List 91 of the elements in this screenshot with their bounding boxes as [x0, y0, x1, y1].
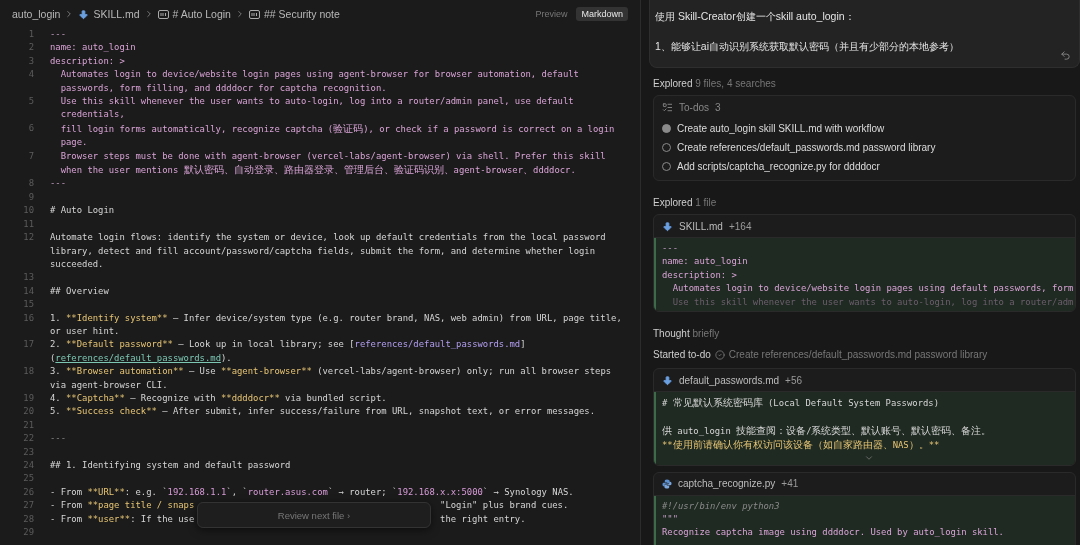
- code-line: - From **user**: If the use: [50, 513, 195, 524]
- line-number: 4: [27, 68, 34, 82]
- line-number: 21: [22, 418, 34, 432]
- breadcrumb-item[interactable]: auto_login: [12, 8, 61, 20]
- code-line: """: [662, 514, 679, 525]
- breadcrumb-item[interactable]: # Auto Login: [172, 8, 231, 20]
- todo-item: Create auto_login skill SKILL.md with workflow: [677, 123, 885, 134]
- added-count: +164: [728, 220, 752, 232]
- code-line: **使用前请确认你有权访问该设备（如自家路由器、NAS）。**: [662, 440, 940, 451]
- line-number: 14: [22, 284, 34, 298]
- line-number: 26: [22, 485, 34, 499]
- added-count: +56: [785, 374, 803, 386]
- code-line: - From **page title / snaps: [50, 500, 195, 511]
- line-number: 15: [22, 298, 34, 312]
- file-name[interactable]: captcha_recognize.py: [678, 478, 776, 490]
- status-line: Explored 1 file: [652, 196, 718, 210]
- code-line: #!/usr/bin/env python3: [662, 500, 780, 511]
- code-line: name: auto_login: [662, 256, 748, 267]
- code-line: 2. **Default password** — Look up in local library; see [references/default_passwords.md](references/default_passwords.md).: [50, 338, 527, 365]
- code-line: Browser steps must be done with agent-browser (vercel-labs/agent-browser) via shell. Prefer this skill when the user mentions 默认密码、自动登录、路由器登录、管理后台、验证码识别、agent-browser、ddddocr.: [59, 149, 607, 178]
- code-line: 供 auto_login 技能查阅：设备/系统类型、默认账号、默认密码、备注。: [662, 425, 992, 436]
- code-line: 4. **Captcha** — Recognize with **ddddocr** via bundled script.: [50, 391, 388, 405]
- breadcrumb-item[interactable]: ## Security note: [263, 8, 340, 20]
- line-number: 27: [22, 499, 34, 513]
- code-line: 1. **Identify system** — Infer device/system type (e.g. router brand, NAS, web admin) from URL, page title, or user hint.: [50, 311, 623, 338]
- line-number: 24: [22, 459, 34, 472]
- line-number: 19: [22, 391, 34, 405]
- heading-icon: [248, 9, 260, 19]
- line-number: 20: [22, 405, 34, 419]
- added-count: +41: [781, 478, 799, 490]
- code-line: description: >: [50, 54, 126, 68]
- file-name[interactable]: SKILL.md: [679, 220, 723, 232]
- code-line: "Login" plus brand cues.: [440, 500, 569, 511]
- todo-item: Create references/default_passwords.md password library: [677, 142, 936, 153]
- status-line: Thought briefly: [652, 327, 721, 342]
- undo-icon[interactable]: [1060, 50, 1071, 61]
- arrow-down-icon: [662, 374, 673, 386]
- line-number: 29: [22, 526, 34, 540]
- code-line: 5. **Success check** — After submit, infer success/failure from URL, snapshot text, or error messages.: [50, 405, 597, 419]
- arrow-down-icon: [662, 220, 673, 232]
- todo-count: 3: [715, 102, 721, 113]
- breadcrumb-item[interactable]: SKILL.md: [93, 8, 140, 20]
- code-line: - From **URL**: e.g. `192.168.1.1`, `router.asus.com` → router; `192.168.x.x:5000` → Synology NAS.: [50, 485, 575, 499]
- view-tab[interactable]: Markdown: [576, 7, 628, 21]
- code-line: Automates login to device/website login pages using agent-browser for browser automation, default passwords, form filling, and ddddocr for captcha recognition.: [59, 68, 580, 95]
- code-line: Recognize captcha image using ddddocr. Used by auto_login skill.: [662, 527, 1004, 538]
- prompt-text: 使用 Skill-Creator创建一个skill auto_login：: [655, 10, 856, 24]
- line-number: 10: [22, 204, 34, 218]
- code-line: Use this skill whenever the user wants to auto-login, log into a router/adm: [671, 296, 1074, 307]
- line-number: 28: [22, 512, 34, 526]
- code-line: ---: [50, 177, 68, 191]
- line-number: 7: [27, 149, 34, 163]
- line-number: 13: [22, 271, 34, 285]
- code-line: ---: [50, 432, 68, 446]
- review-next-file-button[interactable]: Review next file ›: [197, 502, 431, 528]
- code-line: Automate login flows: identify the system or device, look up default credentials from the local password library, detect and fill account/password/captcha fields, submit the form, and determine whether login succeeded.: [50, 231, 607, 271]
- todo-title: To-dos: [679, 102, 709, 113]
- file-name[interactable]: default_passwords.md: [679, 374, 780, 386]
- todo-item: Add scripts/captcha_recognize.py for ddddocr: [677, 161, 880, 172]
- checklist-icon: [662, 102, 673, 113]
- arrow-down-icon: [78, 8, 90, 20]
- code-line: # Auto Login: [50, 204, 116, 218]
- status-detail: Create references/default_passwords.md password library: [728, 349, 988, 361]
- code-line: ## Overview: [50, 284, 110, 298]
- heading-icon: [157, 9, 169, 19]
- prompt-text: 1、能够让ai自动识别系统获取默认密码（并且有少部分的本地参考）: [655, 40, 961, 54]
- code-line: ## 1. Identifying system and default password: [50, 459, 292, 472]
- line-number: 23: [22, 445, 34, 459]
- line-number: 11: [22, 217, 34, 231]
- view-tab[interactable]: Preview: [530, 7, 573, 21]
- line-number: 18: [22, 365, 34, 379]
- code-line: ---: [50, 28, 68, 41]
- check-icon: [714, 349, 725, 360]
- code-line: 3. **Browser automation** — Use **agent-browser** (vercel-labs/agent-browser) only; run all browser steps via agent-browser CLI.: [50, 365, 613, 392]
- code-line: the right entry.: [440, 513, 526, 524]
- line-number: 2: [27, 41, 34, 55]
- status-label: Started to-do: [653, 349, 711, 361]
- code-line: description: >: [662, 269, 737, 280]
- code-line: fill login forms automatically, recognize captcha (验证码), or check if a password is correct on a login page.: [59, 121, 616, 150]
- line-number: 16: [22, 311, 34, 325]
- line-number: 25: [22, 472, 34, 486]
- code-line: Automates login to device/website login pages using default passwords, form: [671, 283, 1074, 294]
- line-number: 1: [27, 28, 34, 41]
- line-number: 17: [22, 338, 34, 352]
- code-line: name: auto_login: [50, 41, 137, 55]
- code-line: # 常见默认系统密码库 (Local Default System Passwords): [662, 398, 939, 409]
- line-number: 12: [22, 231, 34, 245]
- line-number: 22: [22, 432, 34, 446]
- file-type-icon: [662, 478, 672, 489]
- status-line: Explored 9 files, 4 searches: [652, 77, 777, 91]
- code-line: ---: [662, 243, 679, 253]
